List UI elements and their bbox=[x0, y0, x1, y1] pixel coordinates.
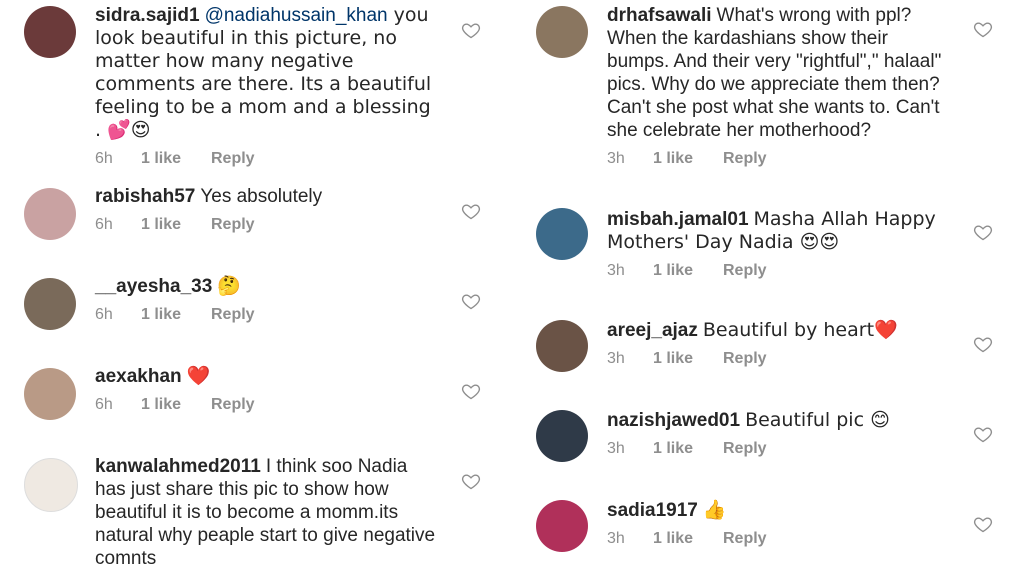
comment-likes[interactable]: 1 like bbox=[653, 530, 723, 548]
heart-icon[interactable] bbox=[973, 334, 993, 354]
comment-time: 3h bbox=[607, 150, 625, 167]
comment-time: 3h bbox=[607, 440, 625, 457]
comment-likes[interactable]: 1 like bbox=[653, 150, 723, 168]
avatar[interactable] bbox=[24, 458, 78, 512]
comments-column-left: sidra.sajid1 @nadiahussain_khan you look … bbox=[0, 0, 512, 576]
comment-likes[interactable]: 1 like bbox=[141, 306, 211, 324]
avatar[interactable] bbox=[536, 320, 588, 372]
heart-icon[interactable] bbox=[973, 514, 993, 534]
comment-username[interactable]: misbah.jamal01 bbox=[607, 209, 749, 230]
avatar[interactable] bbox=[536, 500, 588, 552]
avatar[interactable] bbox=[24, 278, 76, 330]
comment-text: 🤔 bbox=[217, 275, 241, 297]
avatar[interactable] bbox=[24, 188, 76, 240]
comment-time: 6h bbox=[95, 150, 113, 167]
comments-column-right: drhafsawali What's wrong with ppl? When t… bbox=[512, 0, 1024, 576]
comment-text: Yes absolutely bbox=[200, 186, 323, 207]
comment-text: ❤️ bbox=[186, 365, 211, 387]
reply-button[interactable]: Reply bbox=[211, 150, 255, 168]
reply-button[interactable]: Reply bbox=[723, 350, 767, 368]
comment-username[interactable]: nazishjawed01 bbox=[607, 410, 740, 431]
comment-username[interactable]: __ayesha_33 bbox=[95, 276, 212, 297]
comment-time: 3h bbox=[607, 530, 625, 547]
comment-time: 6h bbox=[95, 306, 113, 323]
reply-button[interactable]: Reply bbox=[723, 262, 767, 280]
comment-likes[interactable]: 1 like bbox=[653, 350, 723, 368]
heart-icon[interactable] bbox=[973, 19, 993, 39]
heart-icon[interactable] bbox=[461, 381, 481, 401]
heart-icon[interactable] bbox=[973, 222, 993, 242]
comment-text: Beautiful pic 😊 bbox=[745, 409, 890, 431]
heart-icon[interactable] bbox=[973, 424, 993, 444]
comment-username[interactable]: rabishah57 bbox=[95, 186, 195, 207]
reply-button[interactable]: Reply bbox=[723, 530, 767, 548]
comment-username[interactable]: kanwalahmed2011 bbox=[95, 456, 261, 477]
avatar[interactable] bbox=[536, 6, 588, 58]
comment-text: Beautiful by heart❤️ bbox=[702, 319, 898, 341]
comment-time: 6h bbox=[95, 396, 113, 413]
comment-username[interactable]: drhafsawali bbox=[607, 5, 712, 26]
comment-username[interactable]: areej_ajaz bbox=[607, 320, 698, 341]
comment-likes[interactable]: 1 like bbox=[141, 396, 211, 414]
avatar[interactable] bbox=[536, 410, 588, 462]
comment-time: 3h bbox=[607, 350, 625, 367]
heart-icon[interactable] bbox=[461, 471, 481, 491]
avatar[interactable] bbox=[24, 368, 76, 420]
comment-likes[interactable]: 1 like bbox=[141, 150, 211, 168]
reply-button[interactable]: Reply bbox=[723, 150, 767, 168]
heart-icon[interactable] bbox=[461, 201, 481, 221]
comment-mention[interactable]: @nadiahussain_khan bbox=[205, 5, 388, 26]
comment-username[interactable]: sadia1917 bbox=[607, 500, 698, 521]
reply-button[interactable]: Reply bbox=[723, 440, 767, 458]
comment-username[interactable]: aexakhan bbox=[95, 366, 182, 387]
comment-text: 👍 bbox=[702, 499, 727, 521]
comment-likes[interactable]: 1 like bbox=[653, 262, 723, 280]
reply-button[interactable]: Reply bbox=[211, 216, 255, 234]
comment-likes[interactable]: 1 like bbox=[653, 440, 723, 458]
heart-icon[interactable] bbox=[461, 291, 481, 311]
avatar[interactable] bbox=[536, 208, 588, 260]
heart-icon[interactable] bbox=[461, 20, 481, 40]
avatar[interactable] bbox=[24, 6, 76, 58]
comment-time: 3h bbox=[607, 262, 625, 279]
reply-button[interactable]: Reply bbox=[211, 396, 255, 414]
comment-username[interactable]: sidra.sajid1 bbox=[95, 5, 200, 26]
comment-time: 6h bbox=[95, 216, 113, 233]
reply-button[interactable]: Reply bbox=[211, 306, 255, 324]
comment-likes[interactable]: 1 like bbox=[141, 216, 211, 234]
